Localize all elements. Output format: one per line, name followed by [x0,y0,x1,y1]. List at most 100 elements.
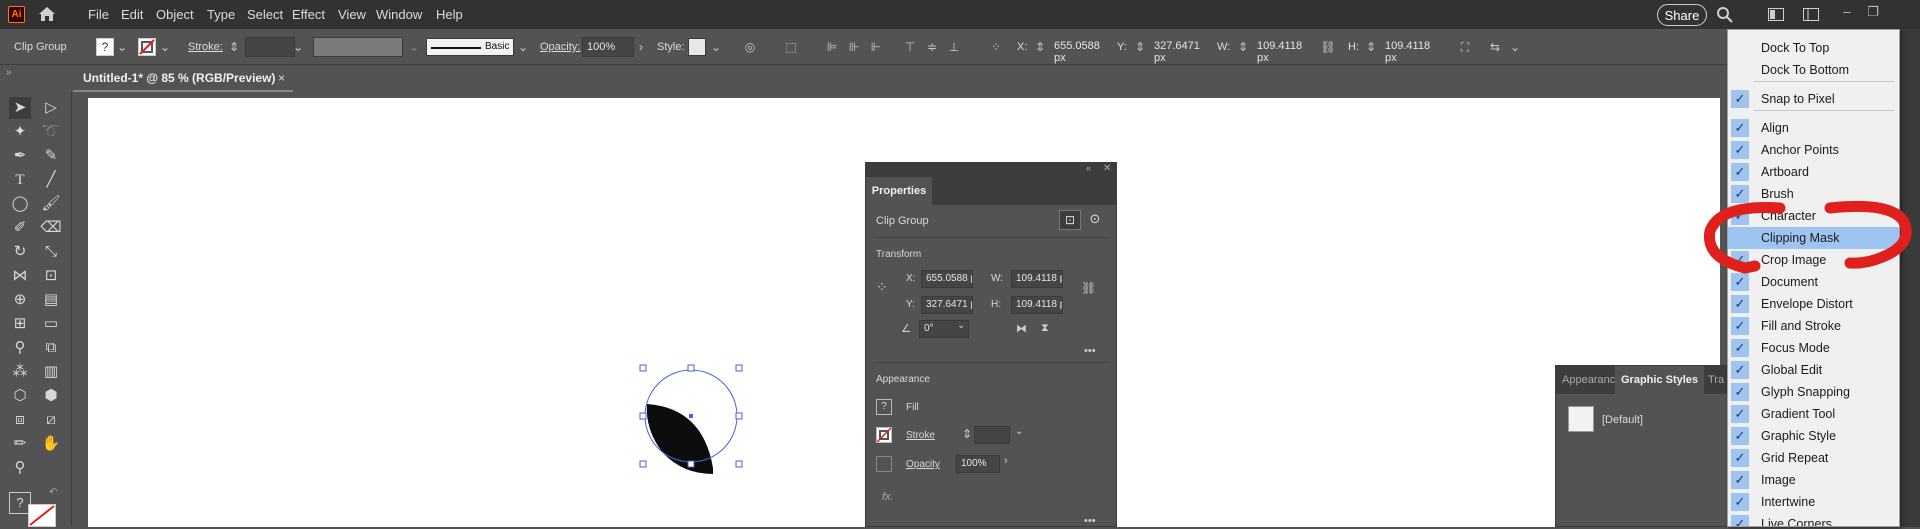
reference-point-icon[interactable]: ⁘ [988,39,1004,55]
menu-item-character[interactable]: ✓ Character [1728,205,1899,227]
opacity-label[interactable]: Opacity [906,459,940,470]
chevron-down-icon[interactable]: ⌄ [1015,426,1023,437]
rotate-tool-icon[interactable]: ↻ [9,241,31,263]
pen-tool-icon[interactable]: ✒ [9,145,31,167]
stroke-swatch[interactable] [138,38,156,56]
workspace-switcher-icon[interactable] [1803,8,1819,21]
align-middle-icon[interactable]: ≑ [924,39,940,55]
menu-edit[interactable]: Edit [121,7,143,22]
h-field[interactable]: 109.4118 p [1011,296,1063,314]
menu-item-intertwine[interactable]: ✓ Intertwine [1728,491,1899,513]
menu-file[interactable]: File [88,7,109,22]
menu-item-crop-image[interactable]: ✓ Crop Image [1728,249,1899,271]
pencil-icon[interactable]: ✏ [9,433,31,455]
flip-vertical-icon[interactable]: ⧗ [1041,322,1049,335]
3d-cube-icon[interactable]: ⬢ [40,385,62,407]
chevron-right-icon[interactable]: › [1004,455,1008,467]
y-field[interactable]: 327.6471 px [1150,37,1212,64]
w-stepper-icon[interactable]: ⇕ [1235,39,1251,55]
align-right-icon[interactable]: ⊩ [868,39,884,55]
line-tool-icon[interactable]: ╱ [40,169,62,191]
opacity-field[interactable]: 100% [956,455,1000,473]
home-icon[interactable] [38,6,56,22]
lasso-icon[interactable]: ➰ [40,121,62,143]
fill-swatch[interactable]: ? [876,399,892,415]
menu-window[interactable]: Window [376,7,422,22]
align-to-icon[interactable]: ⬚ [783,39,799,55]
scale-tool-icon[interactable]: ⤡ [40,241,62,263]
constrain-proportions-icon[interactable]: ⛓ [1081,281,1096,295]
chevron-down-icon[interactable]: ⌄ [290,39,306,55]
chevron-down-icon[interactable]: ⌄ [957,320,965,331]
search-icon[interactable] [1716,6,1734,24]
w-field[interactable]: 109.4118 px [1253,37,1315,64]
menu-item-clipping-mask[interactable]: Clipping Mask [1728,227,1899,249]
width-tool-icon[interactable]: ⋈ [9,265,31,287]
tab-properties[interactable]: Properties [866,177,932,205]
constrain-proportions-icon[interactable]: ⛓ [1320,39,1336,55]
stroke-weight-stepper-icon[interactable]: ⇕ [226,39,242,55]
stroke-label[interactable]: Stroke [906,430,935,441]
type-tool-icon[interactable]: T [9,169,31,191]
chevron-down-icon[interactable]: ⌄ [515,39,531,55]
collapse-toolbar-icon[interactable]: » [6,67,12,78]
h-field[interactable]: 109.4118 px [1381,37,1443,64]
stroke-weight-field[interactable] [974,426,1010,444]
paintbrush-icon[interactable]: 🖌 [40,193,62,215]
transform-icon[interactable]: ⛶ [1457,39,1473,55]
stroke-weight-field[interactable] [245,37,295,57]
menu-type[interactable]: Type [207,7,235,22]
opacity-label[interactable]: Opacity: [540,41,580,53]
more-options-icon[interactable]: ••• [1084,515,1096,527]
stroke-label[interactable]: Stroke: [188,41,223,53]
stroke-weight-stepper-icon[interactable]: ⇕ [962,427,972,441]
column-graph-icon[interactable]: ▥ [40,361,62,383]
y-field[interactable]: 327.6471 p [921,296,973,314]
flip-horizontal-icon[interactable]: ⧓ [1016,322,1027,335]
more-options-icon[interactable]: ••• [1084,345,1096,357]
menu-effect[interactable]: Effect [292,7,325,22]
menu-item-artboard[interactable]: ✓ Artboard [1728,161,1899,183]
align-top-icon[interactable]: ⊤ [902,39,918,55]
target-icon[interactable]: ⊙ [1084,210,1106,230]
menu-item-graphic-style[interactable]: ✓ Graphic Style [1728,425,1899,447]
chevron-right-icon[interactable]: › [633,39,649,55]
menu-item-brush[interactable]: ✓ Brush [1728,183,1899,205]
menu-object[interactable]: Object [156,7,194,22]
menu-item-fill-and-stroke[interactable]: ✓ Fill and Stroke [1728,315,1899,337]
minimize-icon[interactable]: – [1838,4,1856,22]
chevron-down-icon[interactable]: ⌄ [114,39,130,55]
symbol-sprayer-icon[interactable]: ⁂ [9,361,31,383]
share-button[interactable]: Share [1657,4,1707,26]
menu-item-glyph-snapping[interactable]: ✓ Glyph Snapping [1728,381,1899,403]
menu-item-snap-to-pixel[interactable]: ✓ Snap to Pixel [1728,88,1899,110]
isolate-group-icon[interactable]: ⇆ [1487,39,1503,55]
shaper-tool-icon[interactable]: ✐ [9,217,31,239]
menu-item-gradient-tool[interactable]: ✓ Gradient Tool [1728,403,1899,425]
direct-selection-tool-icon[interactable]: ▷ [40,97,62,119]
align-left-icon[interactable]: ⊫ [824,39,840,55]
swap-colors-icon[interactable]: ↶ [49,487,57,498]
magic-wand-icon[interactable]: ✦ [9,121,31,143]
gradient-tool-icon[interactable]: ▭ [40,313,62,335]
close-icon[interactable]: ✕ [1103,163,1111,174]
stroke-color-swatch[interactable] [28,504,56,527]
free-transform-icon[interactable]: ⊡ [40,265,62,287]
perspective-grid-icon[interactable]: ▤ [40,289,62,311]
eyedropper-icon[interactable]: ⚲ [9,337,31,359]
tab-transparency[interactable]: Tra [1702,366,1730,394]
variable-width-profile[interactable] [313,37,403,57]
menu-item-dock-to-top[interactable]: Dock To Top [1728,37,1899,59]
3d-object-icon[interactable]: ⬡ [9,385,31,407]
brush-definition[interactable]: Basic [426,38,514,56]
menu-select[interactable]: Select [247,7,283,22]
align-bottom-icon[interactable]: ⊥ [946,39,962,55]
menu-item-focus-mode[interactable]: ✓ Focus Mode [1728,337,1899,359]
h-stepper-icon[interactable]: ⇕ [1363,39,1379,55]
reference-point-icon[interactable]: ⁘ [876,279,896,299]
stroke-swatch[interactable] [876,427,892,443]
x-stepper-icon[interactable]: ⇕ [1032,39,1048,55]
fx-icon[interactable]: fx. [882,491,894,503]
opacity-field[interactable]: 100% [582,37,634,57]
ellipse-tool-icon[interactable]: ◯ [9,193,31,215]
